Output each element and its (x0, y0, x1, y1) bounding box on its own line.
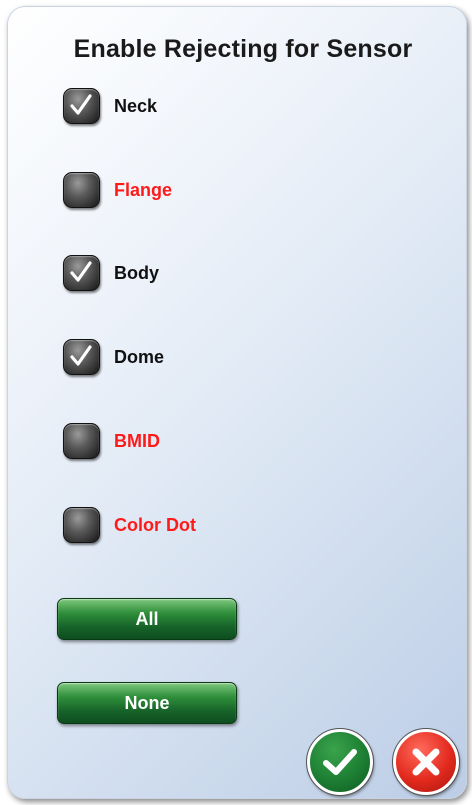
select-all-button[interactable]: All (57, 598, 237, 640)
checkbox-color-dot[interactable] (63, 507, 100, 543)
checkbox-neck[interactable] (63, 88, 100, 124)
option-flange[interactable]: Flange (63, 170, 172, 210)
option-neck[interactable]: Neck (63, 86, 157, 126)
checkbox-body[interactable] (63, 255, 100, 291)
option-label: Flange (114, 179, 173, 200)
option-color-dot[interactable]: Color Dot (63, 505, 196, 545)
checkmark-icon (323, 749, 357, 775)
sensor-reject-dialog: Enable Rejecting for Sensor Neck Flange … (7, 6, 467, 799)
select-none-button[interactable]: None (57, 682, 237, 724)
option-label: Neck (114, 95, 158, 116)
checkbox-flange[interactable] (63, 172, 100, 208)
option-bmid[interactable]: BMID (63, 421, 160, 461)
checkbox-bmid[interactable] (63, 423, 100, 459)
cancel-button[interactable] (392, 728, 460, 796)
dialog-title: Enable Rejecting for Sensor (73, 35, 413, 63)
option-label: Color Dot (114, 514, 196, 535)
option-label: Body (114, 262, 159, 283)
option-dome[interactable]: Dome (63, 337, 164, 377)
option-label: BMID (114, 430, 160, 451)
option-body[interactable]: Body (63, 253, 159, 293)
x-icon (412, 748, 440, 776)
option-label: Dome (114, 346, 165, 367)
ok-button[interactable] (306, 728, 374, 796)
checkmark-icon (70, 345, 92, 366)
checkmark-icon (70, 261, 92, 282)
checkmark-icon (70, 94, 92, 115)
checkbox-dome[interactable] (63, 339, 100, 375)
